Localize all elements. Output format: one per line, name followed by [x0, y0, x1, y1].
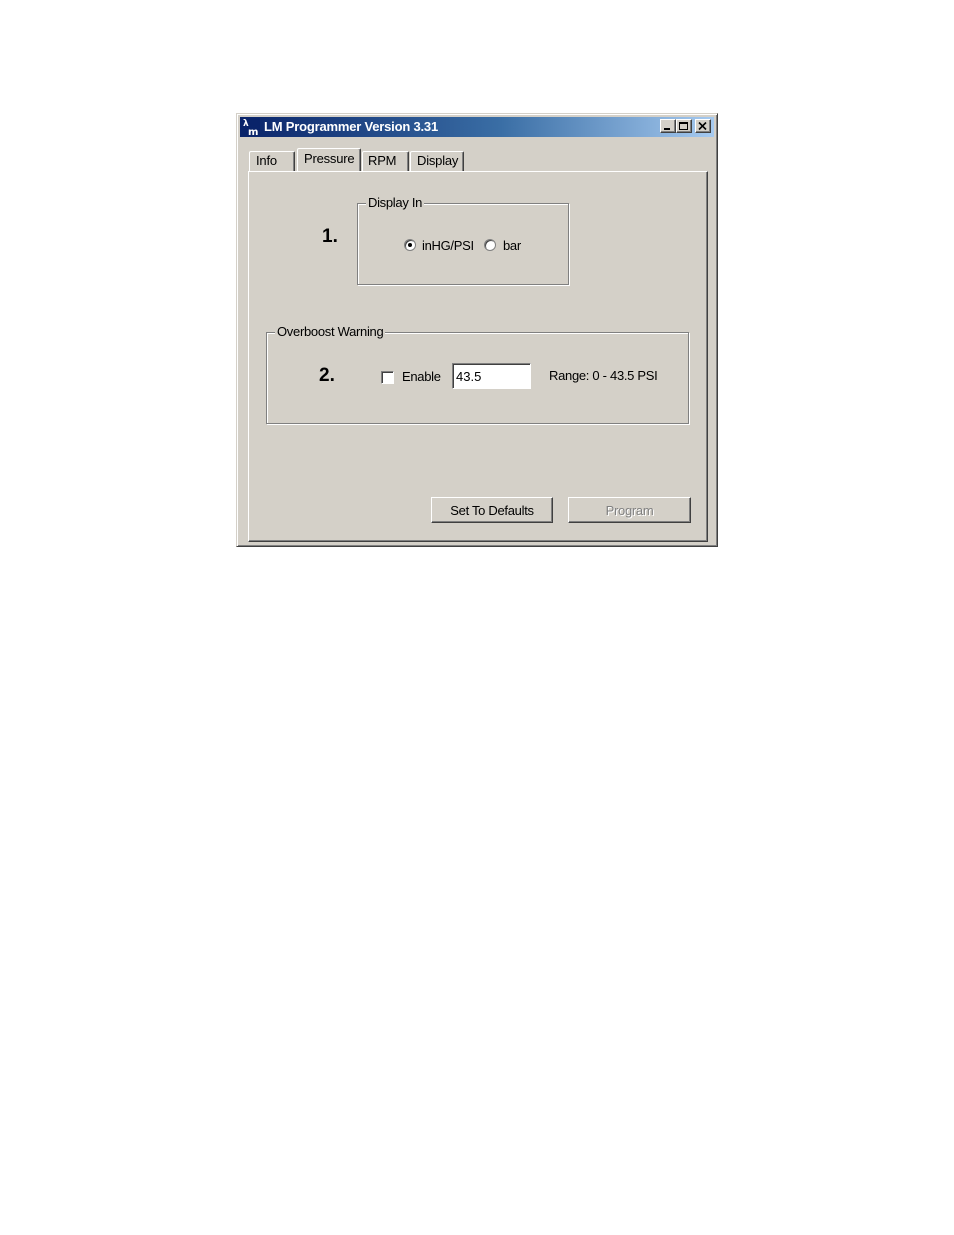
step-1-label: 1.	[322, 226, 338, 247]
step-2-label: 2.	[319, 365, 335, 386]
enable-checkbox[interactable]	[381, 371, 394, 384]
title-bar[interactable]: λ m LM Programmer Version 3.31	[240, 117, 714, 137]
overboost-warning-group-label: Overboost Warning	[275, 324, 386, 340]
display-in-group-label: Display In	[366, 195, 425, 211]
app-icon: λ m	[242, 118, 260, 136]
lm-programmer-window: λ m LM Programmer Version 3.31 Info Pres…	[236, 113, 718, 547]
tab-pressure[interactable]: Pressure	[297, 148, 361, 171]
set-to-defaults-button[interactable]: Set To Defaults	[431, 497, 553, 523]
radio-bar[interactable]	[484, 239, 496, 251]
minimize-button[interactable]	[660, 119, 676, 133]
svg-text:m: m	[248, 127, 258, 136]
range-label: Range: 0 - 43.5 PSI	[549, 368, 658, 383]
window-title: LM Programmer Version 3.31	[264, 119, 438, 134]
pressure-tab-panel: Display In 1. inHG/PSI bar Overboost War…	[248, 171, 708, 542]
radio-bar-label[interactable]: bar	[503, 238, 521, 254]
tab-pressure-label: Pressure	[304, 151, 355, 166]
program-button[interactable]: Program	[568, 497, 691, 523]
maximize-button[interactable]	[676, 119, 692, 133]
close-button[interactable]	[695, 119, 711, 133]
enable-checkbox-label[interactable]: Enable	[402, 369, 441, 385]
tab-info[interactable]: Info	[249, 151, 295, 171]
radio-inhg-psi-label[interactable]: inHG/PSI	[422, 238, 474, 254]
radio-inhg-psi[interactable]	[404, 239, 416, 251]
tab-rpm[interactable]: RPM	[362, 151, 409, 171]
radio-selected-dot	[408, 243, 412, 247]
tab-info-label: Info	[256, 153, 277, 168]
tab-display-label: Display	[417, 153, 459, 168]
overboost-value-input[interactable]	[452, 363, 531, 389]
tab-rpm-label: RPM	[368, 153, 397, 168]
tab-display[interactable]: Display	[410, 151, 464, 171]
minimize-icon	[664, 128, 670, 130]
close-icon	[698, 122, 707, 131]
maximize-icon	[679, 122, 688, 130]
